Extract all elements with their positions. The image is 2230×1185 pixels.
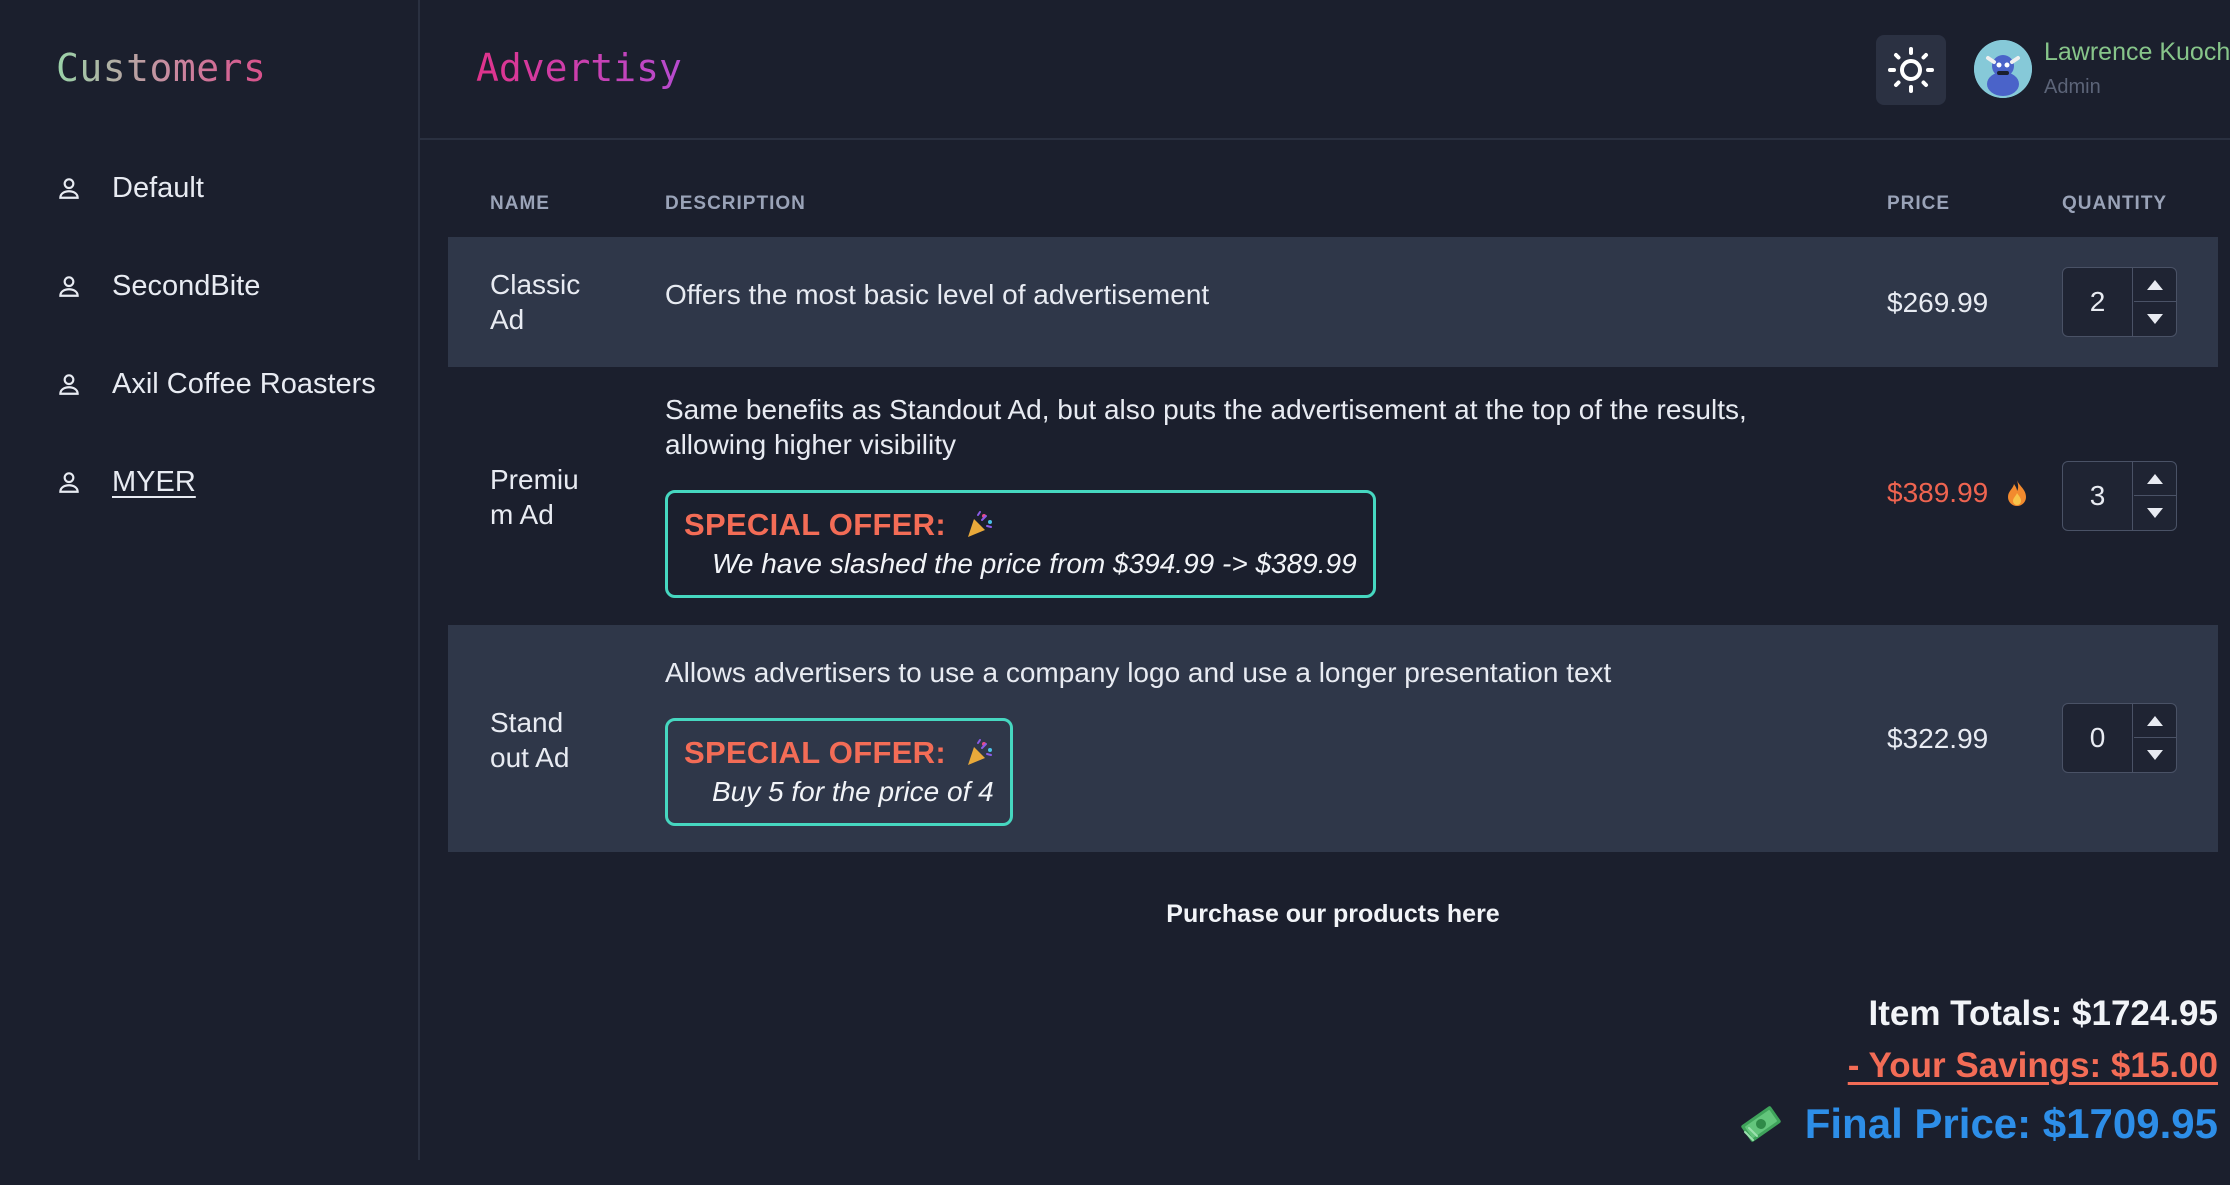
product-name: Stand out Ad bbox=[490, 705, 569, 775]
column-header-price: PRICE bbox=[1887, 193, 1951, 214]
avatar-image bbox=[1974, 40, 2032, 98]
table-row: Classic Ad Offers the most basic level o… bbox=[448, 237, 2218, 367]
product-description: Allows advertisers to use a company logo… bbox=[665, 655, 1611, 826]
special-offer-box: SPECIAL OFFER: We have slashed the price… bbox=[665, 490, 1376, 598]
quantity-stepper[interactable]: 3 bbox=[2062, 461, 2177, 531]
decrement-button[interactable] bbox=[2134, 496, 2176, 530]
user-role: Admin bbox=[2044, 76, 2101, 98]
sidebar-item-myer[interactable]: MYER bbox=[56, 459, 376, 505]
quantity-value[interactable]: 3 bbox=[2063, 462, 2133, 530]
sidebar-item-label: SecondBite bbox=[112, 269, 261, 302]
quantity-stepper[interactable]: 0 bbox=[2062, 703, 2177, 773]
product-name-line: Premiu bbox=[490, 464, 579, 495]
special-offer-label: SPECIAL OFFER: bbox=[684, 735, 946, 770]
product-description: Same benefits as Standout Ad, but also p… bbox=[665, 392, 1747, 598]
product-price: $269.99 bbox=[1887, 287, 1988, 319]
increment-button[interactable] bbox=[2134, 704, 2176, 738]
money-icon bbox=[1741, 1106, 1781, 1142]
fire-icon bbox=[2008, 480, 2027, 506]
brand-logo[interactable]: Advertisy bbox=[476, 46, 682, 90]
special-offer-title: SPECIAL OFFER: bbox=[684, 735, 994, 770]
increment-button[interactable] bbox=[2134, 462, 2176, 496]
product-name-line: Classic bbox=[490, 269, 581, 300]
products-table: NAME DESCRIPTION PRICE QUANTITY Classic … bbox=[448, 175, 2218, 928]
product-price: $322.99 bbox=[1887, 723, 1988, 755]
table-row: Premiu m Ad Same benefits as Standout Ad… bbox=[448, 367, 2218, 625]
column-header-description: DESCRIPTION bbox=[665, 193, 806, 214]
price-value: $269.99 bbox=[1887, 287, 1989, 318]
caret-up-icon bbox=[2147, 473, 2163, 484]
avatar[interactable] bbox=[1974, 40, 2032, 98]
decrement-button[interactable] bbox=[2134, 738, 2176, 772]
app-root: Customers Default SecondBite Axil Coffee… bbox=[0, 0, 2230, 1185]
theme-toggle-button[interactable] bbox=[1876, 35, 1946, 105]
sidebar-item-default[interactable]: Default bbox=[56, 165, 376, 211]
special-offer-text: Buy 5 for the price of 4 bbox=[712, 776, 994, 807]
user-icon bbox=[59, 178, 79, 199]
table-row: Stand out Ad Allows advertisers to use a… bbox=[448, 625, 2218, 852]
product-name-line: m Ad bbox=[490, 499, 554, 530]
description-line: Allows advertisers to use a company logo… bbox=[665, 657, 1612, 688]
increment-button[interactable] bbox=[2134, 268, 2176, 302]
decrement-button[interactable] bbox=[2134, 302, 2176, 336]
user-icon bbox=[59, 276, 79, 297]
purchase-products-link[interactable]: Purchase our products here bbox=[448, 900, 2218, 929]
user-name: Lawrence Kuoch bbox=[2044, 38, 2230, 66]
caret-down-icon bbox=[2147, 508, 2163, 518]
price-value: $389.99 bbox=[1887, 477, 1989, 508]
sidebar-item-secondbite[interactable]: SecondBite bbox=[56, 263, 376, 309]
product-price: $389.99 bbox=[1887, 477, 2028, 509]
party-popper-icon bbox=[967, 510, 992, 537]
final-price-value: Final Price: $1709.95 bbox=[1804, 1100, 2218, 1147]
caret-down-icon bbox=[2147, 314, 2163, 324]
special-offer-text: We have slashed the price from $394.99 -… bbox=[712, 548, 1357, 579]
product-name-line: out Ad bbox=[490, 742, 570, 773]
sidebar-item-label: Default bbox=[112, 171, 204, 204]
savings-total: - Your Savings: $15.00 bbox=[1847, 1046, 2218, 1085]
product-name-line: Ad bbox=[490, 304, 525, 335]
description-line: Same benefits as Standout Ad, but also p… bbox=[665, 394, 1747, 425]
table-header: NAME DESCRIPTION PRICE QUANTITY bbox=[448, 175, 2218, 237]
caret-up-icon bbox=[2147, 279, 2163, 290]
column-header-name: NAME bbox=[490, 193, 550, 214]
description-line: allowing higher visibility bbox=[665, 429, 957, 460]
user-icon bbox=[59, 472, 79, 493]
party-popper-icon bbox=[967, 738, 992, 765]
top-header: Advertisy Lawrence Kuoch Admin bbox=[420, 0, 2230, 140]
sidebar-item-label: Axil Coffee Roasters bbox=[112, 367, 376, 400]
special-offer-title: SPECIAL OFFER: bbox=[684, 507, 1357, 542]
caret-up-icon bbox=[2147, 715, 2163, 726]
quantity-stepper[interactable]: 2 bbox=[2062, 267, 2177, 337]
sidebar-item-axil-coffee-roasters[interactable]: Axil Coffee Roasters bbox=[56, 361, 376, 407]
quantity-value[interactable]: 0 bbox=[2063, 704, 2133, 772]
product-name-line: Stand bbox=[490, 707, 564, 738]
sidebar-item-label: MYER bbox=[112, 465, 196, 498]
special-offer-label: SPECIAL OFFER: bbox=[684, 507, 946, 542]
caret-down-icon bbox=[2147, 750, 2163, 760]
sidebar: Customers Default SecondBite Axil Coffee… bbox=[0, 0, 420, 1160]
sun-icon bbox=[1888, 47, 1934, 93]
product-name: Premiu m Ad bbox=[490, 462, 579, 532]
customer-nav: Default SecondBite Axil Coffee Roasters … bbox=[56, 165, 376, 557]
price-value: $322.99 bbox=[1887, 723, 1989, 754]
final-price: Final Price: $1709.95 bbox=[1739, 1100, 2218, 1148]
sidebar-title: Customers bbox=[56, 46, 267, 90]
user-icon bbox=[59, 374, 79, 395]
column-header-quantity: QUANTITY bbox=[2062, 193, 2168, 214]
item-totals: Item Totals: $1724.95 bbox=[1868, 994, 2218, 1033]
product-name: Classic Ad bbox=[490, 267, 580, 337]
quantity-value[interactable]: 2 bbox=[2063, 268, 2133, 336]
special-offer-box: SPECIAL OFFER: Buy 5 for the price of 4 bbox=[665, 718, 1013, 826]
product-description: Offers the most basic level of advertise… bbox=[665, 279, 1210, 310]
